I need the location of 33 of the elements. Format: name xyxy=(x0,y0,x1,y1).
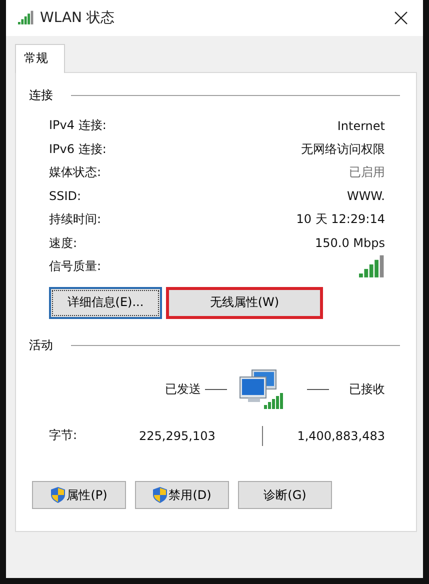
wifi-signal-icon xyxy=(18,10,34,26)
field-value: 已启用 xyxy=(349,164,385,182)
signal-strength-icon xyxy=(359,254,385,280)
sent-label: 已发送 xyxy=(165,381,201,398)
field-value: 150.0 Mbps xyxy=(314,236,385,250)
bytes-received: 1,400,883,483 xyxy=(297,428,385,442)
close-icon xyxy=(394,11,408,25)
field-value: 无网络访问权限 xyxy=(301,140,385,158)
field-label: 速度: xyxy=(49,234,78,252)
bytes-sent: 225,295,103 xyxy=(139,428,216,442)
shield-icon xyxy=(152,487,167,503)
tab[interactable]: 常规 xyxy=(15,44,65,73)
details-button[interactable]: 详细信息(E)... xyxy=(49,286,162,318)
dialog-button[interactable]: 禁用(D) xyxy=(135,481,229,509)
dialog-button[interactable]: 诊断(G) xyxy=(238,481,332,509)
window-title: WLAN 状态 xyxy=(40,9,116,27)
field-label: 持续时间: xyxy=(49,211,102,228)
bytes-label: 字节: xyxy=(49,427,78,444)
field-label: IPv6 连接: xyxy=(49,140,106,158)
received-label: 已接收 xyxy=(349,381,385,398)
section-heading: 连接 xyxy=(29,87,53,104)
shield-icon xyxy=(50,487,65,503)
network-computers-icon xyxy=(238,368,286,412)
field-value: WWW. xyxy=(346,189,385,204)
field-label: 信号质量: xyxy=(49,258,102,276)
dialog-button[interactable]: 属性(P) xyxy=(32,481,126,509)
field-label: 媒体状态: xyxy=(49,164,102,182)
field-label: IPv4 连接: xyxy=(49,117,106,134)
section-heading: 活动 xyxy=(29,336,53,354)
field-value: Internet xyxy=(337,118,385,133)
field-label: SSID: xyxy=(49,189,82,204)
wireless-properties-button[interactable]: 无线属性(W) xyxy=(166,286,323,318)
field-value: 10 天 12:29:14 xyxy=(296,211,385,228)
